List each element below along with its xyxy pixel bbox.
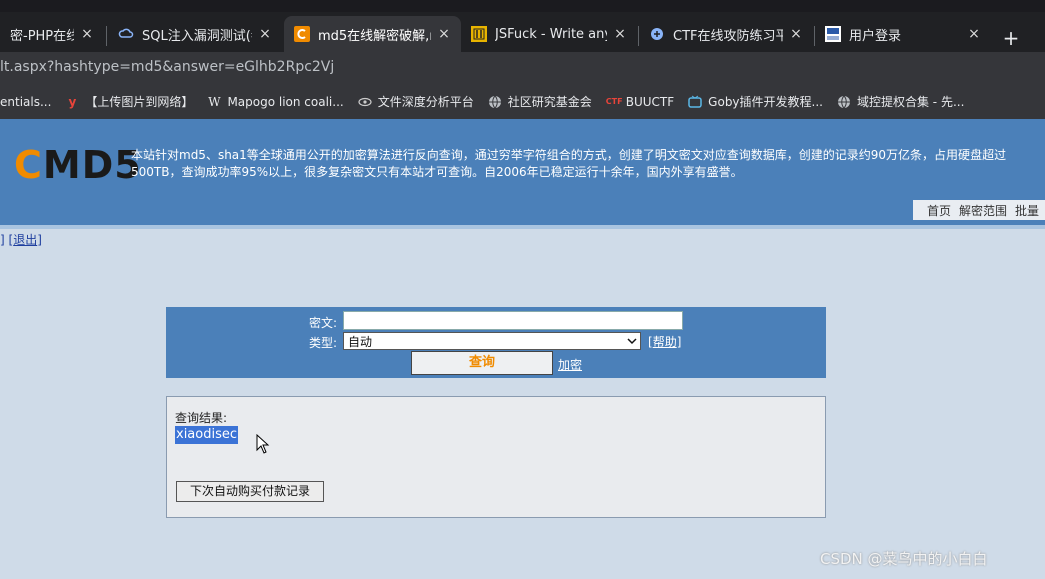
cms-favicon-icon	[825, 26, 841, 42]
bookmarks-bar: entials... y 【上传图片到网络】 W Mapogo lion coa…	[0, 84, 1045, 119]
bookmark-goby[interactable]: Goby插件开发教程...	[688, 93, 823, 110]
bookmark-buuctf[interactable]: CTF BUUCTF	[606, 95, 674, 109]
nav-batch[interactable]: 批量	[1015, 202, 1039, 219]
encrypt-link[interactable]: 加密	[558, 356, 582, 373]
cipher-input[interactable]	[343, 311, 683, 330]
bookmark-community-fund[interactable]: 社区研究基金会	[488, 93, 592, 110]
tab-title: md5在线解密破解,m	[318, 28, 431, 44]
top-nav: 首页 解密范围 批量	[912, 200, 1045, 220]
bookmark-label: Mapogo lion coali...	[227, 94, 344, 109]
globe-icon	[837, 95, 851, 109]
result-label: 查询结果:	[175, 411, 228, 425]
tab-php-decrypt[interactable]: 密-PHP在线解 ×	[0, 16, 104, 52]
close-icon[interactable]: ×	[789, 26, 803, 42]
cloud-icon	[118, 26, 134, 42]
bookmark-label: Goby插件开发教程...	[708, 95, 823, 109]
header-divider	[0, 225, 1045, 229]
url-text[interactable]: lt.aspx?hashtype=md5&answer=eGlhb2Rpc2Vj	[0, 59, 334, 75]
logout-area: ] [退出]	[0, 231, 42, 248]
bookmark-credentials[interactable]: entials...	[0, 95, 51, 109]
address-bar[interactable]: lt.aspx?hashtype=md5&answer=eGlhb2Rpc2Vj	[0, 52, 1045, 84]
tv-icon	[688, 95, 702, 109]
ctf-icon: CTF	[605, 96, 623, 106]
nav-decrypt-range[interactable]: 解密范围	[959, 202, 1007, 219]
close-icon[interactable]: ×	[613, 26, 627, 42]
tab-title: JSFuck - Write any	[495, 26, 607, 42]
nav-home[interactable]: 首页	[927, 202, 951, 219]
cmd5-favicon-icon	[294, 26, 310, 42]
query-form: 密文: 类型: 自动 [帮助] 查询 加密	[166, 307, 826, 378]
type-select[interactable]: 自动	[343, 332, 641, 350]
result-value[interactable]: xiaodisec	[175, 426, 239, 444]
tab-title: SQL注入漏洞测试(参	[142, 28, 252, 44]
window-top-strip	[0, 0, 1045, 12]
tab-user-login[interactable]: 用户登录 ×	[815, 16, 991, 52]
help-bracket: ]	[676, 335, 682, 349]
mouse-cursor-icon	[256, 433, 270, 457]
bookmark-label: BUUCTF	[625, 94, 675, 109]
bookmark-domain-control[interactable]: 域控提权合集 - 先...	[837, 93, 964, 110]
jsfuck-favicon-icon	[471, 26, 487, 42]
close-icon[interactable]: ×	[967, 26, 981, 42]
tab-ctf-practice[interactable]: CTF在线攻防练习平 ×	[639, 16, 813, 52]
bookmark-label: entials...	[0, 94, 52, 109]
yandex-icon: y	[68, 94, 77, 109]
site-header: CMD5 本站针对md5、sha1等全球通用公开的加密算法进行反向查询，通过穷举…	[0, 119, 1045, 225]
logout-bracket: ]	[37, 233, 42, 247]
eye-icon	[358, 95, 372, 109]
help-link[interactable]: 帮助	[653, 335, 677, 349]
bookmark-file-analysis[interactable]: 文件深度分析平台	[358, 93, 474, 110]
globe-icon	[488, 95, 502, 109]
site-description: 本站针对md5、sha1等全球通用公开的加密算法进行反向查询，通过穷举字符组合的…	[131, 148, 1007, 179]
tab-title: 密-PHP在线解	[10, 28, 74, 44]
type-label: 类型:	[309, 336, 338, 350]
tab-bar: 密-PHP在线解 × SQL注入漏洞测试(参 × md5在线解密破解,m × J…	[0, 12, 1045, 52]
query-button[interactable]: 查询	[411, 351, 553, 375]
close-icon[interactable]: ×	[80, 26, 94, 42]
payment-record-button[interactable]: 下次自动购买付款记录	[176, 481, 324, 502]
help-area: [帮助]	[648, 333, 681, 350]
bookmark-label: 文件深度分析平台	[377, 95, 474, 109]
tab-title: CTF在线攻防练习平	[673, 28, 783, 44]
bookmark-label: 社区研究基金会	[507, 95, 592, 109]
bookmark-label: 域控提权合集 - 先...	[856, 95, 965, 109]
logout-link[interactable]: 退出	[13, 233, 37, 247]
bookmark-label: 【上传图片到网络】	[85, 95, 194, 109]
close-icon[interactable]: ×	[258, 26, 272, 42]
tab-sql-injection[interactable]: SQL注入漏洞测试(参 ×	[108, 16, 282, 52]
close-icon[interactable]: ×	[437, 26, 451, 42]
chevron-down-icon	[627, 334, 637, 351]
type-select-value: 自动	[348, 334, 373, 349]
wikipedia-icon: W	[208, 94, 221, 109]
tab-title: 用户登录	[849, 28, 902, 44]
logo-letter-c: C	[14, 143, 43, 187]
tab-separator	[106, 26, 107, 46]
watermark: CSDN @菜鸟中的小白白	[820, 550, 988, 568]
cmd5-logo[interactable]: CMD5	[14, 143, 142, 187]
bookmark-upload-image[interactable]: y 【上传图片到网络】	[65, 93, 194, 110]
tab-jsfuck[interactable]: JSFuck - Write any ×	[461, 16, 637, 52]
bookmark-mapogo[interactable]: W Mapogo lion coali...	[207, 95, 343, 109]
result-panel: 查询结果: xiaodisec 下次自动购买付款记录	[166, 396, 826, 518]
new-tab-button[interactable]: +	[1000, 26, 1022, 50]
tab-md5-decrypt[interactable]: md5在线解密破解,m ×	[284, 16, 461, 52]
logout-bracket: ] [	[0, 233, 14, 247]
logo-text: MD5	[42, 143, 142, 187]
cipher-label: 密文:	[309, 316, 338, 330]
ctf-favicon-icon	[649, 26, 665, 42]
